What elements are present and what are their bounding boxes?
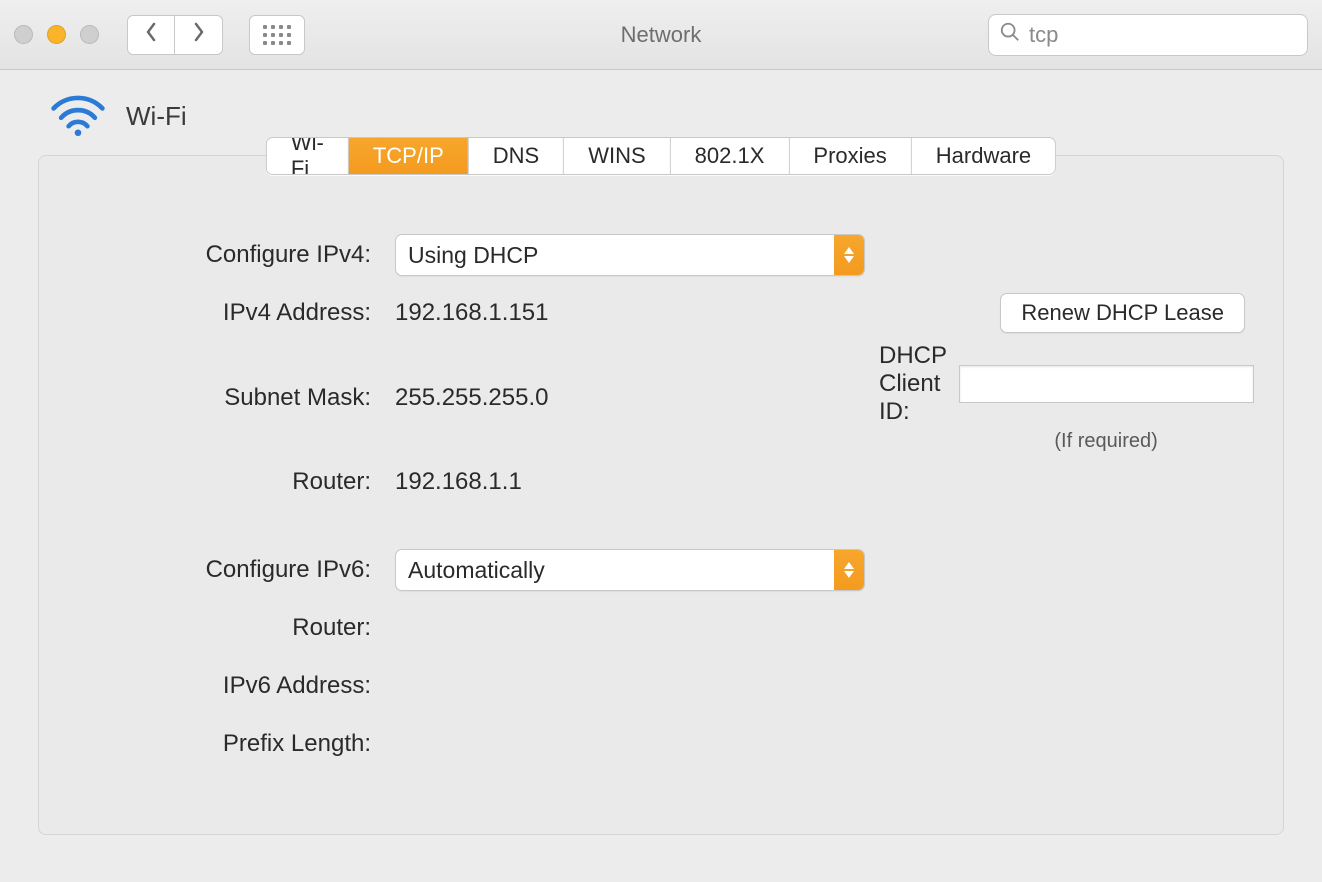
renew-dhcp-lease-button[interactable]: Renew DHCP Lease bbox=[1000, 293, 1245, 333]
configure-ipv4-select[interactable]: Using DHCP bbox=[395, 234, 865, 276]
router-v4-label: Router: bbox=[69, 468, 379, 496]
tab-dns[interactable]: DNS bbox=[469, 138, 564, 174]
interface-name: Wi-Fi bbox=[126, 101, 187, 132]
titlebar: Network bbox=[0, 0, 1322, 70]
configure-ipv6-select[interactable]: Automatically bbox=[395, 549, 865, 591]
search-input[interactable] bbox=[1021, 22, 1322, 48]
ipv4-address-label: IPv4 Address: bbox=[69, 299, 379, 327]
tab-wifi[interactable]: Wi-Fi bbox=[267, 138, 349, 174]
close-window-button[interactable] bbox=[14, 25, 33, 44]
wifi-icon bbox=[48, 90, 108, 143]
updown-arrows-icon bbox=[834, 235, 864, 275]
prefix-length-label: Prefix Length: bbox=[69, 730, 379, 758]
tab-proxies[interactable]: Proxies bbox=[789, 138, 911, 174]
tabs: Wi-Fi TCP/IP DNS WINS 802.1X Proxies Har… bbox=[266, 137, 1056, 175]
configure-ipv4-value: Using DHCP bbox=[396, 242, 834, 269]
interface-header: Wi-Fi bbox=[48, 90, 1292, 143]
nav-group bbox=[127, 15, 223, 55]
chevron-left-icon bbox=[144, 22, 158, 47]
configure-ipv6-label: Configure IPv6: bbox=[69, 556, 379, 584]
dhcp-client-id-hint: (If required) bbox=[959, 430, 1254, 453]
settings-panel: Wi-Fi TCP/IP DNS WINS 802.1X Proxies Har… bbox=[38, 155, 1284, 835]
body: Wi-Fi Wi-Fi TCP/IP DNS WINS 802.1X Proxi… bbox=[0, 70, 1322, 882]
configure-ipv6-value: Automatically bbox=[396, 557, 834, 584]
ipv4-address-value: 192.168.1.151 bbox=[389, 299, 869, 327]
search-field-wrap[interactable] bbox=[988, 14, 1308, 56]
show-all-button[interactable] bbox=[249, 15, 305, 55]
subnet-mask-value: 255.255.255.0 bbox=[389, 384, 869, 412]
dhcp-client-id-input[interactable] bbox=[959, 365, 1254, 403]
tab-wins[interactable]: WINS bbox=[564, 138, 670, 174]
renew-dhcp-lease-label: Renew DHCP Lease bbox=[1021, 300, 1224, 326]
configure-ipv4-label: Configure IPv4: bbox=[69, 241, 379, 269]
ipv6-address-label: IPv6 Address: bbox=[69, 672, 379, 700]
back-button[interactable] bbox=[127, 15, 175, 55]
router-v6-label: Router: bbox=[69, 614, 379, 642]
tab-tcpip[interactable]: TCP/IP bbox=[349, 138, 469, 174]
tcpip-form: Configure IPv4: Using DHCP IPv4 Ad bbox=[39, 216, 1283, 783]
dhcp-client-id-label: DHCP Client ID: bbox=[879, 342, 947, 426]
tab-hardware[interactable]: Hardware bbox=[912, 138, 1055, 174]
subnet-mask-label: Subnet Mask: bbox=[69, 384, 379, 412]
zoom-window-button[interactable] bbox=[80, 25, 99, 44]
network-preferences-window: Network Wi-Fi bbox=[0, 0, 1322, 882]
forward-button[interactable] bbox=[175, 15, 223, 55]
search-icon bbox=[999, 21, 1021, 48]
minimize-window-button[interactable] bbox=[47, 25, 66, 44]
window-controls bbox=[14, 25, 99, 44]
grid-icon bbox=[263, 25, 291, 45]
router-v4-value: 192.168.1.1 bbox=[389, 468, 869, 496]
chevron-right-icon bbox=[192, 22, 206, 47]
updown-arrows-icon bbox=[834, 550, 864, 590]
tab-8021x[interactable]: 802.1X bbox=[671, 138, 790, 174]
